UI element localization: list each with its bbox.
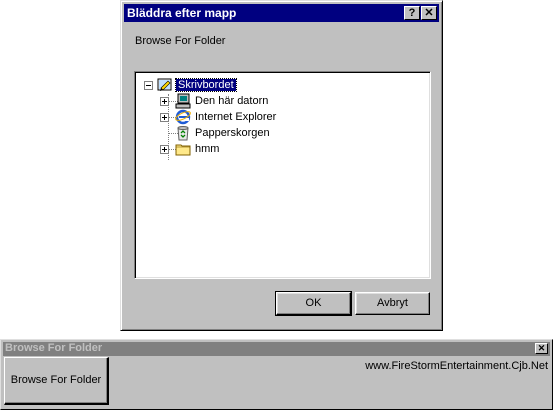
dialog-title-bar[interactable]: Bläddra efter mapp ? ✕	[124, 4, 439, 22]
website-link: www.FireStormEntertainment.Cjb.Net	[365, 360, 548, 372]
folder-tree[interactable]: Skrivbordet Den här datorn Internet Expl…	[134, 71, 431, 279]
tree-item-label: hmm	[195, 143, 220, 155]
app-title-bar[interactable]: Browse For Folder ✕	[3, 342, 550, 356]
tree-item-recycle-bin[interactable]: Papperskorgen	[135, 125, 335, 141]
browse-for-folder-button[interactable]: Browse For Folder	[4, 357, 109, 405]
tree-item-computer[interactable]: Den här datorn	[135, 93, 335, 109]
app-window: Browse For Folder ✕ Browse For Folder ww…	[0, 339, 553, 410]
ok-button[interactable]: OK	[275, 291, 352, 316]
tree-item-label: Skrivbordet	[175, 78, 237, 92]
help-button[interactable]: ?	[404, 6, 420, 20]
cancel-button[interactable]: Avbryt	[355, 292, 430, 315]
expand-icon[interactable]	[160, 145, 169, 154]
computer-icon	[175, 93, 191, 109]
tree-item-internet-explorer[interactable]: Internet Explorer	[135, 109, 335, 125]
app-close-button[interactable]: ✕	[535, 343, 548, 354]
app-title: Browse For Folder	[5, 342, 103, 354]
browse-folder-dialog: Bläddra efter mapp ? ✕ Browse For Folder…	[120, 0, 443, 331]
recycle-bin-icon	[175, 125, 191, 141]
tree-item-root[interactable]: Skrivbordet	[135, 77, 335, 93]
expand-icon[interactable]	[160, 97, 169, 106]
tree-item-hmm[interactable]: hmm	[135, 141, 335, 157]
desktop-icon	[157, 77, 173, 93]
tree-item-label: Internet Explorer	[195, 111, 277, 123]
collapse-icon[interactable]	[144, 81, 153, 90]
dialog-title: Bläddra efter mapp	[127, 6, 237, 20]
folder-icon	[175, 141, 191, 157]
internet-explorer-icon	[175, 109, 191, 125]
tree-item-label: Den här datorn	[195, 95, 269, 107]
tree-item-label: Papperskorgen	[195, 127, 270, 139]
expand-icon[interactable]	[160, 113, 169, 122]
dialog-close-button[interactable]: ✕	[421, 6, 437, 20]
dialog-prompt: Browse For Folder	[135, 35, 226, 47]
